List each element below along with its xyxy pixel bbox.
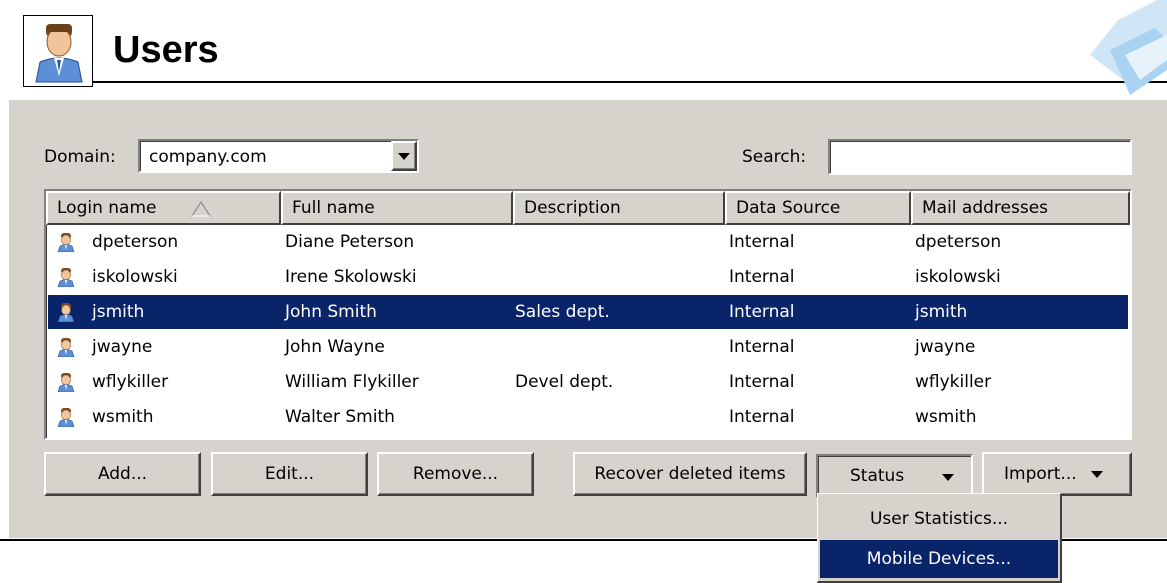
users-header-icon: [23, 15, 93, 87]
user-icon: [57, 408, 75, 427]
domain-label: Domain:: [44, 147, 116, 167]
cell-full-name: John Smith: [285, 302, 377, 322]
cell-source: Internal: [729, 267, 795, 287]
cell-description: Sales dept.: [515, 302, 610, 322]
cell-source: Internal: [729, 232, 795, 252]
cell-full-name: Diane Peterson: [285, 232, 415, 252]
cell-login: jwayne: [92, 337, 153, 357]
column-login-name[interactable]: Login name: [46, 191, 281, 225]
table-row[interactable]: jwayne John Wayne Internal jwayne: [48, 330, 1128, 364]
sort-ascending-icon: [191, 201, 211, 217]
header-divider: [93, 81, 1167, 83]
cell-mail: jwayne: [915, 337, 976, 357]
domain-dropdown-button[interactable]: [391, 141, 417, 171]
cell-login: wflykiller: [92, 372, 169, 392]
chevron-down-icon: [1090, 470, 1103, 478]
edit-button[interactable]: Edit...: [211, 452, 368, 496]
menu-item-user-statistics[interactable]: User Statistics...: [820, 500, 1058, 538]
recover-deleted-items-button[interactable]: Recover deleted items: [573, 452, 807, 496]
import-button-label: Import...: [1004, 464, 1077, 484]
cell-mail: dpeterson: [915, 232, 1002, 252]
user-icon: [57, 268, 75, 287]
cell-login: wsmith: [92, 407, 154, 427]
chevron-down-icon: [398, 152, 410, 160]
decorative-logo-icon: [1070, 0, 1167, 100]
import-button[interactable]: Import...: [982, 452, 1132, 496]
status-button[interactable]: Status: [816, 454, 973, 498]
domain-select-value: company.com: [149, 147, 267, 167]
users-list[interactable]: Login name Full name Description Data So…: [44, 189, 1132, 440]
column-full-name[interactable]: Full name: [281, 191, 513, 225]
table-row[interactable]: dpeterson Diane Peterson Internal dpeterson: [48, 225, 1128, 259]
cell-login: dpeterson: [92, 232, 179, 252]
cell-source: Internal: [729, 407, 795, 427]
cell-mail: wflykiller: [915, 372, 992, 392]
add-button[interactable]: Add...: [44, 452, 201, 496]
recover-button-label: Recover deleted items: [594, 464, 786, 484]
domain-select[interactable]: company.com: [138, 139, 419, 173]
search-label: Search:: [742, 147, 807, 167]
cell-full-name: John Wayne: [285, 337, 385, 357]
cell-description: Devel dept.: [515, 372, 614, 392]
cell-source: Internal: [729, 372, 795, 392]
add-button-label: Add...: [97, 464, 148, 484]
cell-login: jsmith: [92, 302, 145, 322]
chevron-down-icon: [942, 474, 954, 481]
table-row[interactable]: wflykiller William Flykiller Devel dept. In…: [48, 365, 1128, 399]
table-row[interactable]: iskolowski Irene Skolowski Internal iskolow…: [48, 260, 1128, 294]
cell-source: Internal: [729, 337, 795, 357]
column-description[interactable]: Description: [513, 191, 725, 225]
user-icon: [57, 373, 75, 392]
remove-button[interactable]: Remove...: [377, 452, 534, 496]
user-icon: [57, 303, 75, 322]
cell-mail: jsmith: [915, 302, 968, 322]
search-input[interactable]: [828, 139, 1132, 175]
column-data-source[interactable]: Data Source: [725, 191, 911, 225]
cell-full-name: William Flykiller: [285, 372, 419, 392]
cell-login: iskolowski: [92, 267, 178, 287]
cell-mail: wsmith: [915, 407, 977, 427]
column-mail-addresses[interactable]: Mail addresses: [911, 191, 1130, 225]
table-row[interactable]: jsmith John Smith Sales dept. Internal jsmit…: [48, 295, 1128, 329]
remove-button-label: Remove...: [412, 464, 499, 484]
cell-full-name: Walter Smith: [285, 407, 395, 427]
user-icon: [57, 338, 75, 357]
cell-full-name: Irene Skolowski: [285, 267, 417, 287]
table-row[interactable]: wsmith Walter Smith Internal wsmith: [48, 400, 1128, 434]
page-title: Users: [113, 29, 219, 71]
status-button-label: Status: [850, 466, 905, 486]
cell-source: Internal: [729, 302, 795, 322]
user-icon: [57, 233, 75, 252]
menu-item-mobile-devices[interactable]: Mobile Devices...: [820, 540, 1058, 578]
edit-button-label: Edit...: [264, 464, 315, 484]
cell-mail: iskolowski: [915, 267, 1001, 287]
status-dropdown-menu: User Statistics... Mobile Devices...: [817, 493, 1062, 583]
